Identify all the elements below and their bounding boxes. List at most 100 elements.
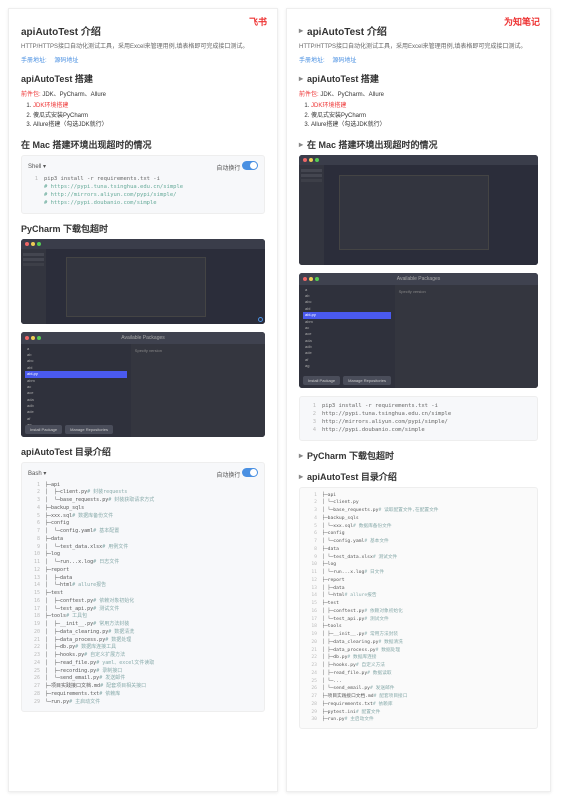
r-dir-tree: 1├─api2│ └─client.py3│ └─base_requests.p… — [299, 487, 538, 730]
tree-row: 27├─项目实践接口文档.md # 配套项目相关接口 — [28, 683, 258, 691]
heading-setup: apiAutoTest 搭建 — [21, 72, 265, 85]
pycharm-screenshot-1 — [21, 239, 265, 324]
code-header: Shell ▾ 自动换行 — [28, 161, 258, 172]
bash-toggle-label: 自动换行 — [216, 473, 240, 479]
tree-row: 8├─data — [28, 536, 258, 544]
tree-row: 4├─backup_sqls — [28, 505, 258, 513]
tree-row: 12├─report — [28, 567, 258, 575]
r-pycharm-screenshot-1 — [299, 155, 538, 265]
pkg-item[interactable]: ag — [303, 363, 391, 369]
r-link-manual[interactable]: 手册地址: — [299, 58, 325, 64]
r-pkg-list[interactable]: aababcablabl-pyabmacaceadaadbadeafag — [299, 285, 395, 388]
r-prereq: 前件包: JDK、PyCharm、Allure — [299, 89, 538, 98]
code-lang[interactable]: Shell ▾ — [28, 163, 46, 170]
tree-row: 3│ └─base_requests.py # 封装获取请求方式 — [28, 497, 258, 505]
tree-row: 3│ └─base_requests.py # 读取配置文件,在配置文件 — [305, 507, 532, 515]
bash-wrap-toggle[interactable] — [242, 468, 258, 477]
tree-row: 11│ └─run...x.log # 日文件 — [305, 569, 532, 577]
r-pkg-install-btn[interactable]: Install Package — [303, 376, 340, 385]
tree-row: 15├─test — [28, 590, 258, 598]
tree-row: 6├─config — [305, 530, 532, 538]
pkg-desc-text: Specify version — [135, 348, 261, 354]
tree-row: 27├─项目实践接口文档.md # 配套项目接口 — [305, 693, 532, 701]
pkg-install-btn[interactable]: Install Package — [25, 425, 62, 434]
shell-code-block: Shell ▾ 自动换行 1pip3 install -r requiremen… — [21, 155, 265, 214]
prereq-value: JDK、PyCharm、Allure — [42, 92, 106, 98]
r-steps: JDK环境搭建 傻瓜式安装PyCharm Allure搭建（勾选JDK就行） — [299, 102, 538, 129]
pkg-manage-btn[interactable]: Manage Repositories — [65, 425, 113, 434]
tree-row: 29└─run.py # 主启动文件 — [28, 699, 258, 707]
tree-row: 9│ └─test_data.xlsx # 测试文件 — [305, 554, 532, 562]
tree-row: 17│ └─test_api.py # 测试文件 — [305, 616, 532, 624]
bash-lang[interactable]: Bash ▾ — [28, 470, 46, 477]
heading-mac: 在 Mac 搭建环境出现超时的情况 — [21, 138, 265, 151]
r-heading-dir: apiAutoTest 目录介绍 — [299, 470, 538, 483]
heading-pycharm: PyCharm 下载包超时 — [21, 222, 265, 235]
tree-row: 16│ ├─conftest.py # 依赖对象初始化 — [28, 598, 258, 606]
tree-row: 10├─log — [28, 551, 258, 559]
tree-row: 26│ └─send_email.py # 发送邮件 — [305, 685, 532, 693]
tree-row: 6├─config — [28, 520, 258, 528]
r-links: 手册地址: 源码地址 — [299, 55, 538, 64]
tree-row: 7│ └─config.yaml # 基本文件 — [305, 538, 532, 546]
tree-row: 18├─tools — [305, 623, 532, 631]
r-intro-desc: HTTP/HTTPS接口自动化测试工具，采用Excel来管理用例,填表格即可完成… — [299, 43, 538, 51]
tree-row: 22│ ├─db.py # 数据库连接 — [305, 654, 532, 662]
tree-row: 11│ └─run...x.log # 日志文件 — [28, 559, 258, 567]
tree-row: 9│ └─test_data.xlsx # 用例文件 — [28, 544, 258, 552]
pycharm-packages-window: Available Packages aababcablabl-pyabmaca… — [21, 332, 265, 437]
step-3: Allure搭建（勾选JDK就行） — [33, 121, 265, 129]
tree-row: 28├─requirements.txt # 依赖库 — [28, 691, 258, 699]
tree-row: 14│ └─html # allure报告 — [28, 582, 258, 590]
tree-row: 23│ ├─hooks.py # 自定义方法 — [305, 662, 532, 670]
tree-row: 8├─data — [305, 546, 532, 554]
tree-row: 1├─api — [305, 492, 532, 500]
tree-row: 20│ ├─data_clearing.py # 数据清洗 — [305, 639, 532, 647]
prereq: 前件包: JDK、PyCharm、Allure — [21, 89, 265, 98]
tree-row: 24│ ├─read_file.py # yaml、excel文件读取 — [28, 660, 258, 668]
app-tag-left: 飞书 — [249, 15, 267, 28]
toggle-label: 自动换行 — [216, 166, 240, 172]
tree-row: 19│ ├─__init__.py # 常用方法封装 — [305, 631, 532, 639]
setup-steps: JDK环境搭建 傻瓜式安装PyCharm Allure搭建（勾选JDK就行） — [21, 102, 265, 129]
tree-row: 14│ └─html # allure报告 — [305, 592, 532, 600]
pkg-list[interactable]: aababcablabl-pyabmacaceadaadbadeafag — [21, 344, 131, 437]
wrap-toggle[interactable] — [242, 161, 258, 170]
tree-row: 10├─log — [305, 561, 532, 569]
r-heading-setup: apiAutoTest 搭建 — [299, 72, 538, 85]
tree-row: 13│ ├─data — [305, 585, 532, 593]
tree-row: 19│ ├─__init__.py # 常用方法封装 — [28, 621, 258, 629]
intro-desc: HTTP/HTTPS接口自动化测试工具，采用Excel来管理用例,填表格即可完成… — [21, 43, 265, 51]
tree-row: 7│ └─config.yaml # 基本配置 — [28, 528, 258, 536]
r-link-source[interactable]: 源码地址 — [332, 58, 356, 64]
link-source[interactable]: 源码地址 — [54, 58, 78, 64]
heading-intro: apiAutoTest 介绍 — [21, 23, 265, 38]
heading-dir: apiAutoTest 目录介绍 — [21, 445, 265, 458]
link-manual[interactable]: 手册地址: — [21, 58, 47, 64]
r-heading-mac: 在 Mac 搭建环境出现超时的情况 — [299, 138, 538, 151]
prereq-label: 前件包: — [21, 92, 41, 98]
dir-code-block: Bash ▾ 自动换行 1├─api2│ ├─client.py # 封装req… — [21, 462, 265, 713]
right-document: 为知笔记 apiAutoTest 介绍 HTTP/HTTPS接口自动化测试工具，… — [286, 8, 551, 792]
tree-row: 20│ ├─data_clearing.py # 数据清洗 — [28, 629, 258, 637]
tree-row: 26│ └─send_email.py # 发送邮件 — [28, 675, 258, 683]
tree-row: 4├─backup_sqls — [305, 515, 532, 523]
r-pycharm-packages-window: Available Packages aababcablabl-pyabmaca… — [299, 273, 538, 388]
intro-links: 手册地址: 源码地址 — [21, 55, 265, 64]
step-1: JDK环境搭建 — [33, 102, 265, 110]
left-document: 飞书 apiAutoTest 介绍 HTTP/HTTPS接口自动化测试工具，采用… — [8, 8, 278, 792]
tree-row: 23│ ├─hooks.py # 自定义扩展方法 — [28, 652, 258, 660]
r-pkg-manage-btn[interactable]: Manage Repositories — [343, 376, 391, 385]
tree-row: 5│ └─xxx.sql # 数据库备份文件 — [305, 523, 532, 531]
app-tag-right: 为知笔记 — [504, 15, 540, 28]
tree-row: 18├─tools # 工具包 — [28, 613, 258, 621]
tree-row: 28├─requirements.txt # 依赖库 — [305, 701, 532, 709]
zoom-icon[interactable] — [258, 317, 263, 322]
tree-row: 22│ ├─db.py # 数据库连接工具 — [28, 644, 258, 652]
tree-row: 15├─test — [305, 600, 532, 608]
r-heading-pycharm: PyCharm 下载包超时 — [299, 449, 538, 462]
pkg-detail: Specify version — [131, 344, 265, 437]
step-2: 傻瓜式安装PyCharm — [33, 112, 265, 120]
tree-row: 25│ └─... — [305, 678, 532, 686]
tree-row: 16│ ├─conftest.py # 依赖对象初始化 — [305, 608, 532, 616]
